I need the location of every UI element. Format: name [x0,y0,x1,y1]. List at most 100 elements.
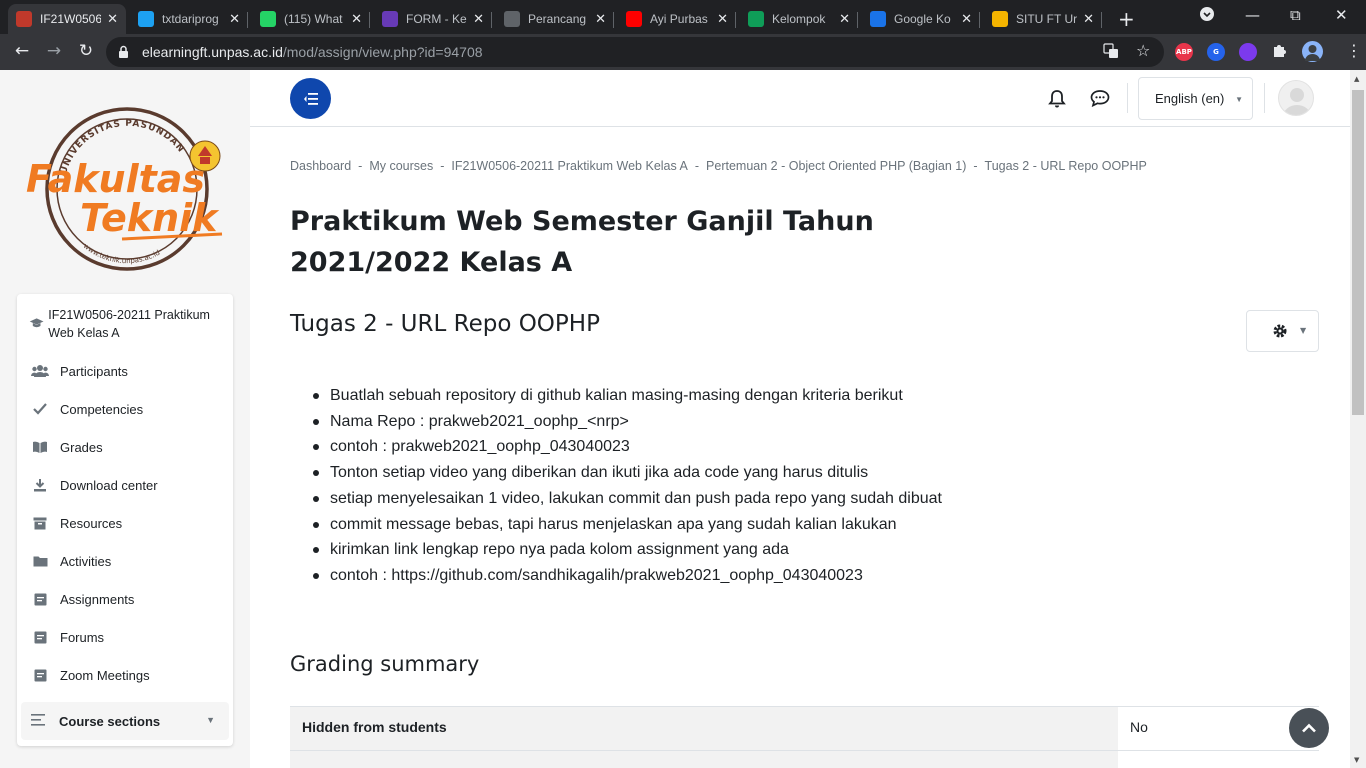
new-tab-button[interactable]: + [1118,7,1135,31]
tab-separator [613,12,614,28]
grading-summary-table: Hidden from students No [290,706,1319,768]
browser-tab-title: Perancang [528,12,587,26]
sidebar-item-activities[interactable]: Activities [31,551,111,571]
users-icon [31,363,49,379]
svg-text:Teknik: Teknik [80,196,220,240]
close-tab-icon[interactable]: ✕ [351,11,362,27]
close-tab-icon[interactable]: ✕ [961,11,972,27]
browser-tab[interactable]: Ayi Purbas ✕ [618,4,736,34]
moodle-icon [16,11,32,27]
chevron-up-icon [1302,723,1316,733]
browser-tab[interactable]: Kelompok ✕ [740,4,858,34]
sidebar-item-participants[interactable]: Participants [31,361,128,381]
close-window-icon[interactable]: ✕ [1335,6,1348,24]
sidebar-item-grades[interactable]: Grades [31,437,103,457]
browser-tab[interactable]: txtdariprog ✕ [130,4,248,34]
extensions-puzzle-icon[interactable] [1271,42,1287,62]
book-icon [31,439,49,455]
list-item: Buatlah sebuah repository di github kali… [290,383,1290,409]
close-tab-icon[interactable]: ✕ [107,11,118,27]
breadcrumb-current[interactable]: Tugas 2 - URL Repo OOPHP [985,159,1147,173]
restore-icon[interactable]: ⧉ [1290,6,1301,24]
grammarly-icon[interactable]: G [1207,43,1225,61]
browser-tab-strip: IF21W0506 ✕ txtdariprog ✕ (115) What ✕ FORM - … [0,0,1366,34]
sidebar-item-forums[interactable]: Forums [31,627,104,647]
grading-summary-heading: Grading summary [290,652,480,676]
page-scrollbar[interactable]: ▲ ▼ [1350,70,1366,768]
actions-menu-button[interactable]: ▼ [1246,310,1319,352]
extension-bolt-icon[interactable] [1239,43,1257,61]
close-tab-icon[interactable]: ✕ [229,11,240,27]
divider [1127,83,1128,113]
browser-tab[interactable]: Perancang ✕ [496,4,614,34]
browser-toolbar: ← → ↻ elearningft.unpas.ac.id/mod/assign… [0,34,1366,70]
adblock-plus-icon[interactable]: ABP [1175,43,1193,61]
table-cell [1118,751,1142,768]
drawer-toggle-button[interactable] [290,78,331,119]
course-home-link[interactable]: IF21W0506-20211 Praktikum Web Kelas A [29,306,229,342]
language-menu[interactable]: English (en) ▼ [1138,77,1253,120]
tab-separator [857,12,858,28]
bookmark-star-icon[interactable]: ☆ [1136,41,1150,60]
forward-icon[interactable]: → [43,41,65,61]
browser-tab[interactable]: Google Ko ✕ [862,4,980,34]
tab-search-icon[interactable] [1199,6,1215,26]
sidebar-item-competencies[interactable]: Competencies [31,399,143,419]
sidebar-item-label: Download center [60,477,158,493]
breadcrumb-course[interactable]: IF21W0506-20211 Praktikum Web Kelas A [451,159,687,173]
sidebar-item-download-center[interactable]: Download center [31,475,158,495]
sidebar-item-resources[interactable]: Resources [31,513,122,533]
tab-separator [735,12,736,28]
twitter-icon [138,11,154,27]
file-icon [31,591,49,607]
browser-tab[interactable]: IF21W0506 ✕ [8,4,126,34]
scroll-up-icon[interactable]: ▲ [1354,75,1359,83]
file-icon [31,629,49,645]
table-header-cell: Hidden from students [290,707,1118,751]
user-avatar[interactable] [1278,80,1314,116]
browser-tab-title: Ayi Purbas [650,12,708,26]
scrollbar-thumb[interactable] [1352,90,1364,415]
back-icon[interactable]: ← [11,41,33,61]
close-tab-icon[interactable]: ✕ [595,11,606,27]
reload-icon[interactable]: ↻ [75,41,97,61]
profile-avatar-icon[interactable] [1302,41,1323,62]
browser-tab-title: SITU FT Ur [1016,12,1078,26]
close-tab-icon[interactable]: ✕ [717,11,728,27]
sidebar-item-assignments[interactable]: Assignments [31,589,134,609]
sidebar-item-label: Participants [60,363,128,379]
breadcrumb-dashboard[interactable]: Dashboard [290,159,351,173]
breadcrumb-my-courses[interactable]: My courses [369,159,433,173]
lock-icon [118,44,129,63]
chrome-menu-icon[interactable]: ⋮ [1346,41,1362,60]
scroll-down-icon[interactable]: ▼ [1354,756,1359,764]
sidebar-item-label: Grades [60,439,103,455]
back-to-top-button[interactable] [1289,708,1329,748]
chevron-down-icon: ▼ [1300,326,1307,335]
sidebar-item-label: Assignments [60,591,135,607]
close-tab-icon[interactable]: ✕ [839,11,850,27]
sheets-icon [748,11,764,27]
close-tab-icon[interactable]: ✕ [473,11,484,27]
course-sections-toggle[interactable]: Course sections ▼ [21,702,229,740]
notifications-bell-icon[interactable] [1048,89,1066,112]
sidebar-item-zoom-meetings[interactable]: Zoom Meetings [31,665,150,685]
browser-tab[interactable]: (115) What ✕ [252,4,370,34]
fakultas-teknik-logo[interactable]: UNIVERSITAS PASUNDAN www.teknik.unpas.ac… [22,94,232,284]
tab-separator [1101,12,1102,28]
breadcrumb-section[interactable]: Pertemuan 2 - Object Oriented PHP (Bagia… [706,159,966,173]
sidebar-item-label: Resources [60,515,123,531]
check-icon [31,401,49,417]
sidebar-item-label: Competencies [60,401,144,417]
address-bar[interactable]: elearningft.unpas.ac.id/mod/assign/view.… [106,37,1164,67]
messages-chat-icon[interactable] [1090,89,1110,111]
close-tab-icon[interactable]: ✕ [1083,11,1094,27]
translate-icon[interactable] [1103,43,1119,63]
browser-tab[interactable]: SITU FT Ur ✕ [984,4,1102,34]
list-item: contoh : https://github.com/sandhikagali… [290,563,1290,589]
gear-icon [1272,323,1288,343]
assignment-title: Tugas 2 - URL Repo OOPHP [290,311,600,337]
browser-tab[interactable]: FORM - Ke ✕ [374,4,492,34]
tab-separator [491,12,492,28]
minimize-icon[interactable]: — [1245,6,1260,24]
